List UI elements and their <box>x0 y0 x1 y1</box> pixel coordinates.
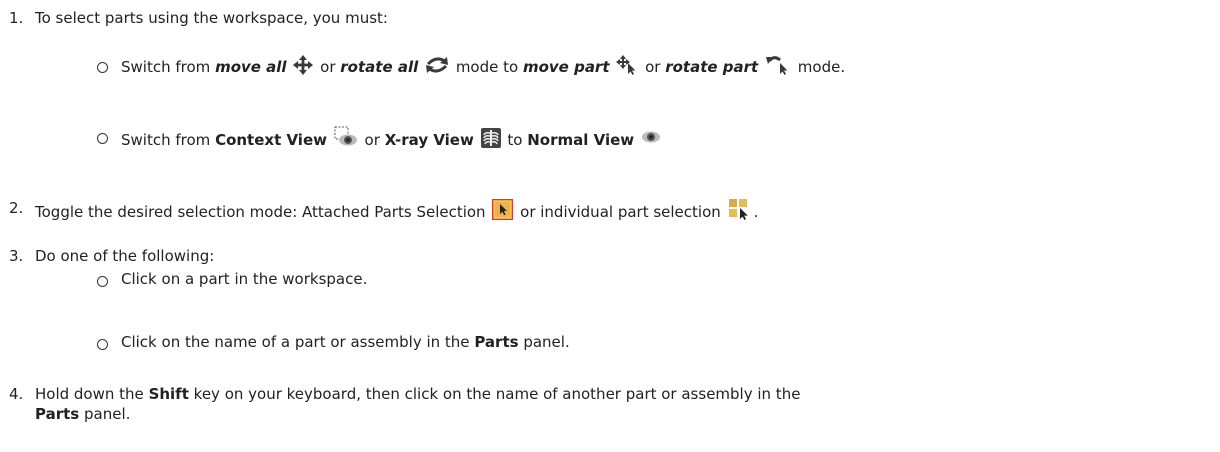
parts-panel-label: Parts <box>35 405 80 423</box>
individual-part-selection-icon[interactable] <box>728 198 752 220</box>
help-document: 1. To select parts using the workspace, … <box>0 0 1220 452</box>
text: key on your keyboard, then click on the … <box>193 385 801 403</box>
text: to <box>507 131 523 149</box>
parts-panel-label: Parts <box>474 333 519 351</box>
text: or individual part selection <box>520 203 721 221</box>
bullet-marker <box>97 339 108 350</box>
step-1-bullet-1: Switch from move all or rotate all mode … <box>121 55 845 77</box>
text: Toggle the desired selection mode: Attac… <box>35 203 486 221</box>
bullet-marker <box>97 133 108 144</box>
step-3-text: Do one of the following: <box>35 247 215 265</box>
text: Click on the name of a part or assembly … <box>121 333 470 351</box>
text: Hold down the <box>35 385 144 403</box>
normal-view-icon <box>641 130 661 148</box>
step-number: 4. <box>9 385 24 403</box>
xray-view-icon <box>480 128 501 148</box>
text: or <box>364 131 380 149</box>
step-1-bullet-2: Switch from Context View or X-ray View t… <box>121 126 663 150</box>
move-all-label: move all <box>215 58 287 76</box>
text: panel. <box>84 405 131 423</box>
text: mode to <box>455 58 519 76</box>
step-3-bullet-2: Click on the name of a part or assembly … <box>121 332 570 352</box>
move-part-icon <box>616 55 638 75</box>
text: Switch from <box>121 131 211 149</box>
move-part-label: move part <box>522 58 610 76</box>
bullet-marker <box>97 276 108 287</box>
rotate-part-icon <box>765 55 791 75</box>
step-number: 2. <box>9 199 24 217</box>
text: panel. <box>523 333 570 351</box>
attached-parts-selection-icon[interactable] <box>492 199 514 220</box>
rotate-part-label: rotate part <box>665 58 759 76</box>
shift-key-label: Shift <box>148 385 189 403</box>
text: or <box>320 58 336 76</box>
step-4-text-line-2: Parts panel. <box>35 404 130 424</box>
step-4-text-line-1: Hold down the Shift key on your keyboard… <box>35 384 800 404</box>
step-number: 1. <box>9 9 24 27</box>
step-number: 3. <box>9 247 24 265</box>
rotate-all-icon <box>425 55 449 75</box>
normal-view-label: Normal View <box>527 131 635 149</box>
rotate-all-label: rotate all <box>340 58 419 76</box>
bullet-marker <box>97 62 108 73</box>
text: . <box>753 203 759 221</box>
context-view-label: Context View <box>215 131 327 149</box>
text: or <box>645 58 661 76</box>
text: Switch from <box>121 58 211 76</box>
step-1-text: To select parts using the workspace, you… <box>35 9 388 27</box>
xray-view-label: X-ray View <box>384 131 474 149</box>
step-3-bullet-1: Click on a part in the workspace. <box>121 270 368 288</box>
text: mode. <box>797 58 846 76</box>
step-2-text: Toggle the desired selection mode: Attac… <box>35 198 758 222</box>
context-view-icon <box>334 126 358 148</box>
move-all-icon <box>293 55 314 75</box>
